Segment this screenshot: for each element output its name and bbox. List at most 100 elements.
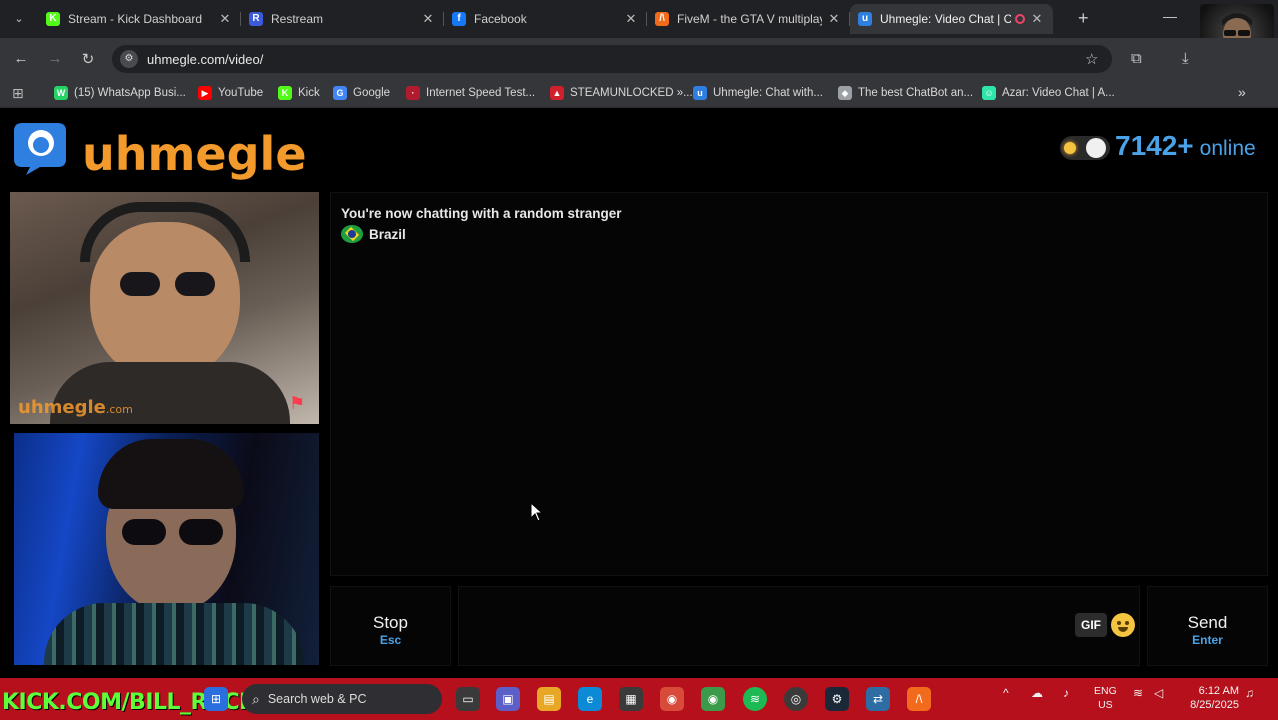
bookmark-item[interactable]: ◆ The best ChatBot an... <box>838 86 973 100</box>
site-info-icon[interactable]: ⚙ <box>120 50 138 68</box>
spotify-icon[interactable]: ≋ <box>743 687 767 711</box>
wifi-icon[interactable]: ≋ <box>1133 686 1143 700</box>
bookmark-label: STEAMUNLOCKED »... <box>570 87 693 99</box>
store-icon[interactable]: ▦ <box>619 687 643 711</box>
bookmark-label: Google <box>353 87 391 99</box>
lang-region: US <box>1098 699 1113 711</box>
clock-time: 6:12 AM <box>1198 685 1239 697</box>
chrome-icon[interactable]: ◉ <box>660 687 684 711</box>
screen: ⌄ K Stream - Kick Dashboard ✕ R Restream ✕ f Fa… <box>0 0 1278 720</box>
bookmark-item[interactable]: G Google <box>333 86 390 100</box>
tab-title: FiveM - the GTA V multiplay <box>677 12 822 26</box>
recording-indicator-icon <box>1015 14 1025 24</box>
network-app-icon[interactable]: ⇄ <box>866 687 890 711</box>
tab-search-chevron-icon[interactable]: ⌄ <box>8 9 30 29</box>
lang-code: ENG <box>1094 685 1117 697</box>
bookmark-item[interactable]: u Uhmegle: Chat with... <box>693 86 823 100</box>
stranger-country: Brazil <box>341 225 406 243</box>
online-label: online <box>1199 137 1256 160</box>
steam-icon[interactable]: ⚙ <box>825 687 849 711</box>
more-bookmarks-chevron-icon[interactable]: » <box>1238 84 1246 100</box>
bookmark-item[interactable]: W (15) WhatsApp Busi... <box>54 86 186 100</box>
browser-tab[interactable]: K Stream - Kick Dashboard ✕ <box>38 4 241 34</box>
new-tab-button[interactable]: + <box>1078 8 1089 29</box>
bookmark-favicon-icon: ☺ <box>982 86 996 100</box>
tray-chevron-icon[interactable]: ^ <box>1003 686 1009 700</box>
uhmegle-watermark: uhmegle.com <box>18 397 133 418</box>
tab-favicon-icon: K <box>46 12 60 26</box>
bookmark-star-icon[interactable]: ☆ <box>1085 50 1098 68</box>
volume-icon[interactable]: ◁ <box>1154 686 1163 700</box>
apps-grid-icon[interactable]: ⊞ <box>12 85 24 102</box>
tab-favicon-icon: /\ <box>655 12 669 26</box>
forward-arrow-icon[interactable]: → <box>46 50 64 67</box>
bookmark-item[interactable]: K Kick <box>278 86 320 100</box>
bookmark-item[interactable]: · Internet Speed Test... <box>406 86 535 100</box>
chat-log: You're now chatting with a random strang… <box>330 192 1268 576</box>
stop-button[interactable]: Stop Esc <box>330 586 451 666</box>
self-video <box>14 433 319 665</box>
close-tab-icon[interactable]: ✕ <box>420 11 436 27</box>
download-icon[interactable]: ⤓ <box>1182 50 1189 67</box>
microphone-icon[interactable]: ♪ <box>1063 686 1069 700</box>
send-button[interactable]: Send Enter <box>1147 586 1268 666</box>
browser-tab[interactable]: R Restream ✕ <box>241 4 444 34</box>
file-explorer-icon[interactable]: ▤ <box>537 687 561 711</box>
browser-tab[interactable]: /\ FiveM - the GTA V multiplay ✕ <box>647 4 850 34</box>
back-arrow-icon[interactable]: ← <box>12 50 30 67</box>
bookmark-item[interactable]: ▶ YouTube <box>198 86 263 100</box>
reload-icon[interactable]: ↻ <box>79 50 97 68</box>
mouse-cursor-icon <box>530 502 544 522</box>
emoji-icon[interactable] <box>1111 613 1135 637</box>
send-shortcut: Enter <box>1192 633 1223 647</box>
self-hair <box>98 439 244 509</box>
report-flag-icon[interactable]: ⚑ <box>289 394 311 412</box>
input-language[interactable]: ENG US <box>1094 684 1117 712</box>
bookmarks-bar: ⊞ W (15) WhatsApp Busi... ▶ YouTube K Kick G Go… <box>0 80 1278 108</box>
bookmark-label: Internet Speed Test... <box>426 87 536 99</box>
stop-shortcut: Esc <box>379 633 402 647</box>
bookmark-label: YouTube <box>218 87 264 99</box>
tab-title: Uhmegle: Video Chat | C <box>880 12 1011 26</box>
uhmegle-page: uhmegle 7142+ online uhmegle.com ⚑ You'r… <box>0 108 1278 678</box>
sunglasses-left <box>120 272 160 296</box>
close-tab-icon[interactable]: ✕ <box>1029 11 1045 27</box>
task-view-icon[interactable]: ▭ <box>456 687 480 711</box>
bookmark-favicon-icon: W <box>54 86 68 100</box>
close-tab-icon[interactable]: ✕ <box>217 11 233 27</box>
close-tab-icon[interactable]: ✕ <box>623 11 639 27</box>
send-label: Send <box>1187 613 1228 632</box>
stranger-video: uhmegle.com ⚑ <box>10 192 319 424</box>
bookmark-favicon-icon: · <box>406 86 420 100</box>
fivem-icon[interactable]: /\ <box>907 687 931 711</box>
chat-status-notice: You're now chatting with a random strang… <box>341 206 622 221</box>
bookmark-favicon-icon: u <box>693 86 707 100</box>
online-counter: 7142+ online <box>1115 130 1256 162</box>
edge-icon[interactable]: e <box>578 687 602 711</box>
notification-bell-icon[interactable]: ♫ <box>1245 686 1254 700</box>
uhmegle-logo[interactable]: uhmegle <box>12 119 307 181</box>
bookmark-item[interactable]: ▲ STEAMUNLOCKED »... <box>550 86 693 100</box>
close-tab-icon[interactable]: ✕ <box>826 11 842 27</box>
bookmark-favicon-icon: ◆ <box>838 86 852 100</box>
system-clock[interactable]: 6:12 AM 8/25/2025 <box>1183 684 1239 712</box>
browser-tab[interactable]: u Uhmegle: Video Chat | C ✕ <box>850 4 1053 34</box>
browser-toolbar: ← → ↻ ⚙ uhmegle.com/video/ ☆ ⧉ ⤓ <box>0 38 1278 80</box>
stop-label: Stop <box>373 613 408 632</box>
address-bar[interactable]: ⚙ uhmegle.com/video/ <box>112 45 1112 73</box>
browser-tab[interactable]: f Facebook ✕ <box>444 4 647 34</box>
teams-icon[interactable]: ▣ <box>496 687 520 711</box>
chrome-profile-icon[interactable]: ◉ <box>701 687 725 711</box>
theme-toggle[interactable] <box>1060 136 1110 160</box>
message-input[interactable] <box>459 587 1049 665</box>
windows-start-icon[interactable]: ⊞ <box>204 687 228 711</box>
gif-button[interactable]: GIF <box>1075 613 1107 637</box>
extensions-puzzle-icon[interactable]: ⧉ <box>1131 50 1142 67</box>
minimize-button[interactable]: — <box>1163 8 1177 24</box>
onedrive-cloud-icon[interactable]: ☁ <box>1031 686 1043 700</box>
taskbar-search[interactable]: ⌕ Search web & PC <box>242 684 442 714</box>
tab-title: Facebook <box>474 12 527 26</box>
obs-icon[interactable]: ◎ <box>784 687 808 711</box>
bookmark-item[interactable]: ☺ Azar: Video Chat | A... <box>982 86 1115 100</box>
sunglasses-right <box>175 272 215 296</box>
